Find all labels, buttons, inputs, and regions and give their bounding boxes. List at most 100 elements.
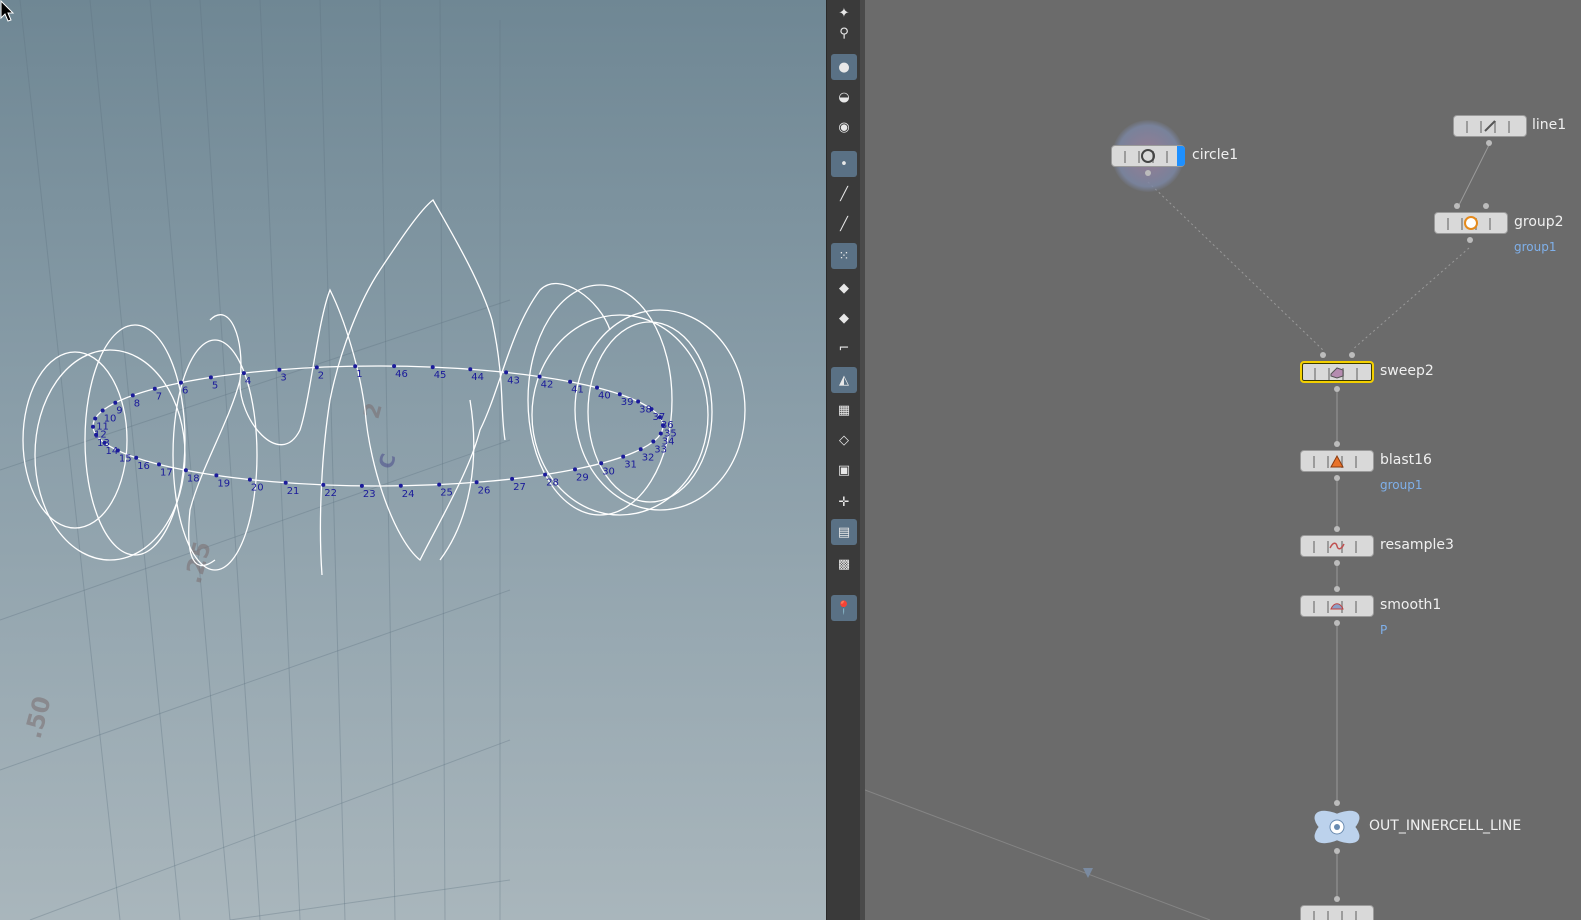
viewport-canvas: .25 .50 2 C 1234567891011121314151617181…	[0, 0, 746, 920]
curve-point	[91, 424, 95, 429]
spot-light-icon: ⚲	[839, 25, 849, 41]
frame-icon[interactable]: ▩	[831, 551, 857, 577]
curve-point	[93, 416, 98, 421]
view-camera-icon: ◉	[838, 119, 850, 135]
origin-icon: ✛	[838, 494, 850, 510]
curve-point	[636, 399, 641, 404]
svg-text:C: C	[374, 451, 401, 471]
primitive-display-icon[interactable]: ◆	[831, 275, 857, 301]
node-label: group2	[1514, 214, 1564, 230]
curve-point	[113, 400, 118, 405]
brush-icon[interactable]: ╱	[831, 211, 857, 237]
curve-point	[241, 371, 246, 376]
point-number-label: 1	[356, 369, 362, 380]
blast-icon	[1329, 453, 1345, 469]
background-icon: ▤	[837, 524, 851, 540]
node-label: line1	[1532, 117, 1567, 133]
curve-point	[359, 483, 364, 488]
node-sublabel: group1	[1514, 240, 1557, 254]
node-sublabel: group1	[1380, 478, 1423, 492]
primitive-numbers-icon: ◆	[839, 310, 849, 326]
guide-icon: ▣	[837, 462, 851, 478]
curve-icon[interactable]: ⌐	[831, 335, 857, 361]
curve-point	[504, 370, 509, 375]
normal-display-icon[interactable]: ╱	[831, 181, 857, 207]
point-number-label: 17	[160, 467, 173, 478]
template-icon[interactable]: ◇	[831, 427, 857, 453]
primitive-display-icon: ◆	[839, 280, 849, 296]
circle-icon	[1140, 148, 1156, 164]
curve-point	[247, 477, 252, 482]
pin-icon: 📍	[835, 600, 853, 616]
point-number-label: 3	[280, 373, 286, 384]
point-number-label: 15	[119, 454, 132, 465]
frame-icon: ▩	[837, 556, 851, 572]
curve-point	[152, 386, 157, 391]
point-numbers-icon[interactable]: ⁙	[831, 243, 857, 269]
camera-lookthrough-icon: ●	[838, 59, 850, 75]
point-number-label: 23	[363, 489, 376, 500]
background-icon[interactable]: ▤	[831, 519, 857, 545]
curve-point	[130, 393, 135, 398]
curve-point	[183, 468, 188, 473]
scene-viewport[interactable]: .25 .50 2 C 1234567891011121314151617181…	[0, 0, 826, 920]
node-label: blast16	[1380, 452, 1432, 468]
curve-point	[621, 454, 626, 459]
point-number-label: 5	[212, 380, 218, 391]
curve-point	[100, 408, 105, 413]
curve-point	[321, 482, 326, 487]
view-camera-icon[interactable]: ◉	[831, 114, 857, 140]
point-number-label: 8	[134, 398, 140, 409]
curve-point	[651, 439, 656, 444]
guide-icon[interactable]: ▣	[831, 457, 857, 483]
template-icon: ◇	[839, 432, 849, 448]
perspective-grid	[0, 0, 511, 920]
point-number-label: 29	[576, 472, 589, 483]
spot-light-icon[interactable]: ⚲	[831, 20, 857, 46]
primitive-numbers-icon[interactable]: ◆	[831, 305, 857, 331]
node-label: resample3	[1380, 537, 1454, 553]
polygon-display-icon[interactable]: ◭	[831, 367, 857, 393]
point-display-icon[interactable]: •	[831, 151, 857, 177]
curve-point	[314, 365, 319, 370]
resample-icon	[1329, 538, 1345, 554]
point-number-label: 6	[182, 386, 188, 397]
point-number-label: 19	[217, 478, 230, 489]
point-number-label: 40	[598, 391, 611, 402]
point-number-label: 18	[187, 473, 200, 484]
curve-point	[617, 392, 622, 397]
curve-point	[599, 461, 604, 466]
display-options-icon: ◒	[838, 89, 850, 105]
point-number-label: 43	[507, 375, 520, 386]
curve-point	[638, 447, 643, 452]
curve-point	[134, 455, 139, 460]
node-label: smooth1	[1380, 597, 1442, 613]
light-icon: ✦	[838, 5, 850, 21]
curve-point	[283, 480, 288, 485]
point-number-label: 26	[478, 485, 491, 496]
network-editor[interactable]: circle1 line1 group2 group1 sweep2 blast…	[865, 0, 1581, 920]
point-numbers-icon: ⁙	[838, 248, 850, 264]
curve-point	[568, 379, 573, 384]
curve-point	[208, 375, 213, 380]
camera-lookthrough-icon[interactable]: ●	[831, 54, 857, 80]
curve-point	[277, 367, 282, 372]
null-icon	[1314, 810, 1360, 844]
display-options-icon[interactable]: ◒	[831, 84, 857, 110]
point-number-label: 41	[571, 385, 584, 396]
curve-point	[595, 385, 599, 390]
point-number-label: 32	[642, 452, 655, 463]
node-label: OUT_INNERCELL_LINE	[1369, 818, 1522, 834]
pin-icon[interactable]: 📍	[831, 595, 857, 621]
polygon-display-icon: ◭	[839, 372, 849, 388]
uv-checker-icon: ▦	[837, 402, 851, 418]
point-number-label: 16	[137, 461, 150, 472]
point-number-label: 37	[653, 412, 666, 423]
point-number-label: 7	[156, 392, 162, 403]
uv-checker-icon[interactable]: ▦	[831, 397, 857, 423]
curve-point	[658, 431, 663, 436]
node-label: sweep2	[1380, 363, 1434, 379]
curve-point	[510, 476, 515, 481]
origin-icon[interactable]: ✛	[831, 489, 857, 515]
smooth-icon	[1329, 598, 1345, 614]
